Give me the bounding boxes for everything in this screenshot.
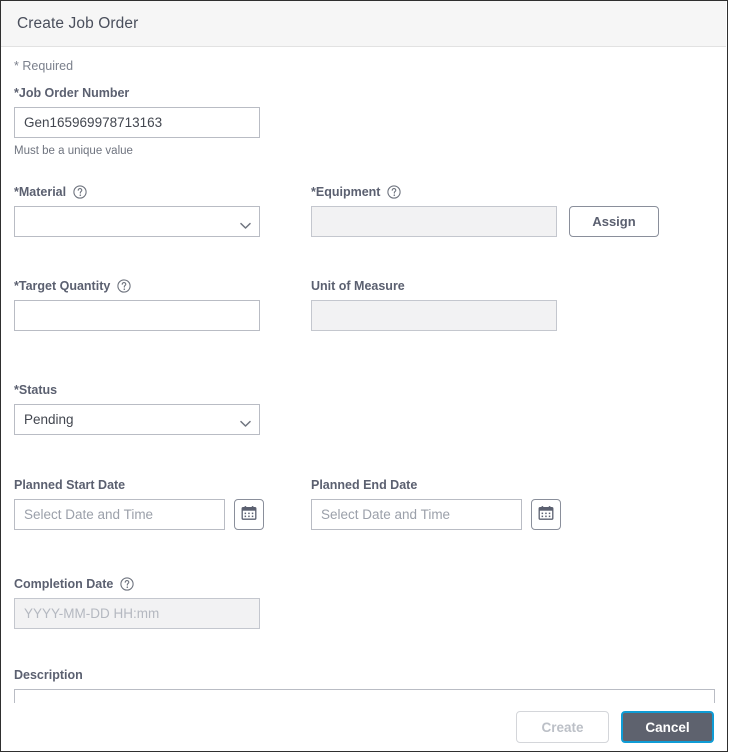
required-note: * Required	[14, 59, 74, 73]
help-circle-icon[interactable]	[387, 184, 402, 199]
planned-end-date-label: Planned End Date	[311, 478, 561, 493]
job-order-number-helper: Must be a unique value	[14, 145, 133, 157]
cancel-button[interactable]: Cancel	[621, 711, 714, 743]
dialog-title: Create Job Order	[17, 14, 139, 32]
calendar-icon	[538, 505, 554, 524]
material-select-wrap	[14, 206, 260, 237]
target-quantity-field: *Target Quantity	[14, 278, 311, 331]
planned-start-date-field: Planned Start Date	[14, 478, 311, 530]
completion-date-label: Completion Date	[14, 576, 714, 592]
unit-of-measure-label: Unit of Measure	[311, 279, 557, 294]
planned-start-date-label: Planned Start Date	[14, 478, 311, 493]
status-field: *Status Pending	[14, 383, 714, 435]
planned-end-date-field: Planned End Date	[311, 478, 561, 530]
help-circle-icon[interactable]	[120, 576, 134, 591]
job-order-number-field: *Job Order Number Must be a unique value	[14, 86, 714, 157]
material-label-text: *Material	[14, 185, 67, 199]
material-select[interactable]	[14, 206, 260, 237]
dialog-footer: Create Cancel	[1, 703, 727, 751]
unit-of-measure-input	[311, 300, 557, 331]
help-circle-icon[interactable]	[117, 278, 131, 293]
equipment-field: *Equipment Assign	[311, 184, 659, 237]
target-quantity-input[interactable]	[14, 300, 260, 331]
status-select[interactable]: Pending	[14, 404, 260, 435]
create-job-order-dialog: Create Job Order * Required *Job Order N…	[0, 0, 728, 752]
planned-end-date-group	[311, 499, 561, 530]
create-button[interactable]: Create	[516, 711, 609, 743]
planned-dates-row: Planned Start Date Select Date and Time …	[14, 478, 714, 530]
planned-end-calendar-button[interactable]	[531, 499, 561, 530]
target-quantity-label-text: *Target Quantity	[14, 279, 111, 293]
assign-button[interactable]: Assign	[569, 206, 659, 237]
material-field: *Material	[14, 184, 311, 237]
equipment-label: *Equipment	[311, 184, 659, 200]
material-equipment-row: *Material *Equipment Assign	[14, 184, 714, 237]
material-label: *Material	[14, 184, 311, 200]
completion-date-label-text: Completion Date	[14, 577, 114, 591]
equipment-input[interactable]	[311, 206, 557, 237]
description-label: Description	[14, 668, 714, 683]
planned-end-date-input[interactable]	[311, 499, 522, 530]
completion-date-input	[14, 598, 260, 629]
planned-start-date-input[interactable]	[14, 499, 225, 530]
dialog-body: * Required *Job Order Number Must be a u…	[1, 47, 727, 746]
job-order-number-input[interactable]	[14, 107, 260, 138]
description-label-text: Description	[14, 668, 83, 682]
job-order-number-label: *Job Order Number	[14, 86, 714, 101]
completion-date-field: Completion Date	[14, 576, 714, 629]
calendar-icon	[241, 505, 257, 524]
planned-start-calendar-button[interactable]	[234, 499, 264, 530]
status-label: *Status	[14, 383, 714, 398]
equipment-label-text: *Equipment	[311, 185, 381, 199]
help-circle-icon[interactable]	[73, 184, 87, 199]
unit-of-measure-label-text: Unit of Measure	[311, 279, 405, 293]
status-select-wrap: Pending	[14, 404, 260, 435]
planned-end-date-label-text: Planned End Date	[311, 478, 418, 492]
status-label-text: *Status	[14, 383, 58, 397]
unit-of-measure-field: Unit of Measure	[311, 279, 557, 331]
quantity-uom-row: *Target Quantity Unit of Measure	[14, 278, 714, 331]
dialog-header: Create Job Order	[1, 1, 726, 47]
job-order-number-label-text: *Job Order Number	[14, 86, 130, 100]
target-quantity-label: *Target Quantity	[14, 278, 311, 294]
planned-start-date-group	[14, 499, 311, 530]
planned-start-date-label-text: Planned Start Date	[14, 478, 126, 492]
